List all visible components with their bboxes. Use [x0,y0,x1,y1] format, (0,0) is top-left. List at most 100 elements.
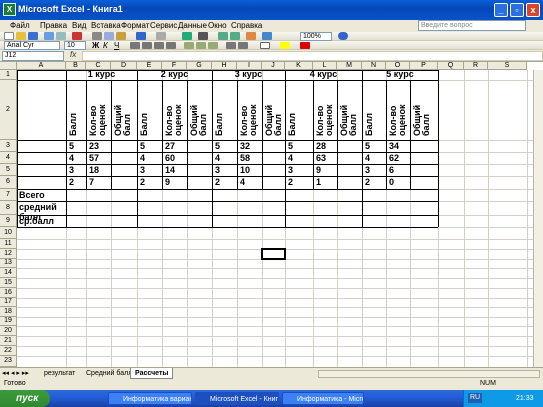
row-header[interactable]: 14 [0,268,17,278]
fill-color-icon[interactable] [280,42,290,49]
row-header[interactable]: 9 [0,215,17,227]
row-header[interactable]: 5 [0,164,17,176]
new-icon[interactable] [4,32,14,40]
vertical-scrollbar[interactable] [533,70,543,367]
row-header[interactable]: 20 [0,326,17,336]
maximize-button[interactable]: ▫ [510,3,524,17]
count-header: Кол-во оценок [388,104,407,136]
row-header[interactable]: 7 [0,189,17,201]
formula-input[interactable] [82,51,543,61]
row-header[interactable]: 17 [0,298,17,307]
language-indicator[interactable]: RU [468,393,483,403]
row-header[interactable]: 1 [0,70,17,80]
tab-calculations[interactable]: Рассчеты [130,368,174,379]
count-value: 27 [165,141,176,151]
zoom-select[interactable]: 100% [300,32,332,41]
print-icon[interactable] [44,32,54,40]
row-header[interactable]: 3 [0,140,17,152]
menu-file[interactable]: Файл [10,21,30,30]
align-center-icon[interactable] [142,42,152,49]
spreadsheet-grid[interactable]: A B C D E F G H I J K L M N O P Q R S 1 2 3 4 5 6 7 8 9 10 11 12 13 14 15… [0,62,543,367]
increase-indent-icon[interactable] [238,42,248,49]
percent-icon[interactable] [196,42,206,49]
row-header[interactable]: 18 [0,307,17,317]
horizontal-scrollbar[interactable] [318,370,540,378]
row-header[interactable]: 15 [0,278,17,288]
align-left-icon[interactable] [130,42,140,49]
autosum-icon[interactable] [198,32,208,40]
menu-insert[interactable]: Вставка [91,21,121,30]
font-color-icon[interactable] [300,42,310,49]
row-header[interactable]: 13 [0,259,17,268]
menu-data[interactable]: Данные [178,21,207,30]
tab-average[interactable]: Средний балл [82,368,136,379]
cut-icon[interactable] [92,32,102,40]
column-header[interactable]: S [488,62,527,70]
decrease-indent-icon[interactable] [226,42,236,49]
bold-button[interactable]: Ж [92,41,99,50]
select-all-corner[interactable] [0,62,17,70]
menu-view[interactable]: Вид [72,21,86,30]
sort-asc-icon[interactable] [218,32,228,40]
row-header[interactable]: 4 [0,152,17,164]
row-header[interactable]: 12 [0,249,17,259]
borders-icon[interactable] [260,42,270,49]
ball-value: 3 [365,165,371,175]
table-border [362,80,363,189]
underline-button[interactable]: Ч [114,41,119,50]
column-header[interactable]: R [464,62,488,70]
open-icon[interactable] [16,32,26,40]
task-word-2[interactable]: Информатика - Micros... [282,392,364,405]
menu-format[interactable]: Формат [121,21,149,30]
menu-help[interactable]: Справка [231,21,262,30]
tab-result[interactable]: результат [40,368,79,379]
comma-icon[interactable] [208,42,218,49]
align-right-icon[interactable] [154,42,164,49]
font-select[interactable]: Arial Cyr [4,41,60,50]
row-header[interactable]: 23 [0,356,17,367]
save-icon[interactable] [28,32,38,40]
menu-tools[interactable]: Сервис [150,21,177,30]
help-search-input[interactable]: Введите вопрос [418,20,526,31]
row-header[interactable]: 11 [0,239,17,249]
paste-icon[interactable] [116,32,126,40]
row-header[interactable]: 8 [0,201,17,215]
start-button[interactable]: пуск [0,390,50,407]
redo-icon[interactable] [156,32,166,40]
row-header[interactable]: 6 [0,176,17,189]
column-header[interactable]: Q [438,62,464,70]
chart-wizard-icon[interactable] [246,32,256,40]
menu-window[interactable]: Окно [208,21,227,30]
drawing-icon[interactable] [262,32,272,40]
minimize-button[interactable]: _ [494,3,508,17]
merge-center-icon[interactable] [166,42,176,49]
task-word-1[interactable]: Информатика вариант... [108,392,192,405]
row-header[interactable]: 16 [0,288,17,298]
row-header[interactable]: 19 [0,317,17,326]
table-border [17,201,438,202]
close-button[interactable]: x [526,3,540,17]
currency-icon[interactable] [184,42,194,49]
row-header[interactable]: 21 [0,336,17,346]
fx-icon[interactable]: fx [70,50,76,59]
row-header[interactable]: 22 [0,346,17,356]
help-icon[interactable] [338,32,348,40]
sort-desc-icon[interactable] [230,32,240,40]
active-cell[interactable] [261,248,286,260]
italic-button[interactable]: К [103,41,108,50]
preview-icon[interactable] [56,32,66,40]
task-excel[interactable]: Microsoft Excel - Книга1 [195,392,279,405]
tab-scroll-first-icon[interactable]: ◂◂ ◂ ▸ ▸▸ [2,369,29,377]
column-header[interactable]: A [17,62,66,70]
font-size-select[interactable]: 10 [64,41,86,50]
clock: 21:33 [516,395,534,402]
spelling-icon[interactable] [72,32,82,40]
hyperlink-icon[interactable] [182,32,192,40]
row-header[interactable]: 10 [0,227,17,239]
copy-icon[interactable] [104,32,114,40]
name-box[interactable]: J12 [2,51,64,61]
undo-icon[interactable] [136,32,146,40]
row-header[interactable]: 2 [0,80,17,140]
table-border [438,70,439,227]
menu-edit[interactable]: Правка [40,21,67,30]
